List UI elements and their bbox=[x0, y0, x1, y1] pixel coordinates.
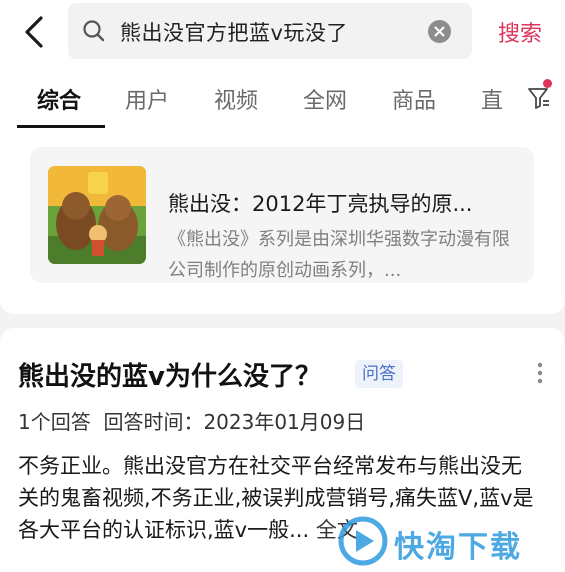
search-icon bbox=[83, 20, 105, 42]
category-tabs: 综合 用户 视频 全网 商品 直 bbox=[0, 64, 565, 130]
qa-badge: 问答 bbox=[355, 360, 403, 388]
clear-icon[interactable] bbox=[428, 20, 451, 43]
tab-users[interactable]: 用户 bbox=[125, 83, 169, 115]
tab-comprehensive[interactable]: 综合 bbox=[37, 83, 81, 115]
baike-entry[interactable]: 熊出没：2012年丁亮执导的原... 《熊出没》系列是由深圳华强数字动漫有限公司… bbox=[30, 147, 534, 283]
watermark-logo-icon bbox=[338, 516, 388, 566]
tab-live[interactable]: 直 bbox=[481, 83, 503, 115]
search-results-page: 熊出没官方把蓝v玩没了 搜索 综合 用户 视频 全网 商品 直 熊出没：2012… bbox=[0, 0, 565, 572]
baike-title[interactable]: 熊出没：2012年丁亮执导的原... bbox=[168, 188, 518, 218]
baike-thumbnail bbox=[48, 166, 146, 264]
watermark-text: 快淘下载 bbox=[394, 530, 522, 565]
result-card-baike: 熊出没：2012年丁亮执导的原... 《熊出没》系列是由深圳华强数字动漫有限公司… bbox=[0, 130, 565, 314]
tab-web[interactable]: 全网 bbox=[303, 83, 347, 115]
search-header: 熊出没官方把蓝v玩没了 搜索 bbox=[0, 0, 565, 64]
active-tab-indicator bbox=[17, 125, 105, 128]
search-button[interactable]: 搜索 bbox=[498, 16, 542, 48]
tab-videos[interactable]: 视频 bbox=[214, 83, 258, 115]
search-input[interactable]: 熊出没官方把蓝v玩没了 bbox=[68, 3, 472, 59]
tab-products[interactable]: 商品 bbox=[392, 83, 436, 115]
notification-dot bbox=[543, 79, 552, 88]
answer-meta: 1个回答 回答时间：2023年01月09日 bbox=[18, 410, 366, 434]
baike-description: 《熊出没》系列是由深圳华强数字动漫有限公司制作的原创动画系列，... bbox=[168, 229, 510, 281]
back-button[interactable] bbox=[14, 10, 54, 54]
question-title[interactable]: 熊出没的蓝v为什么没了？ bbox=[18, 356, 321, 393]
watermark: 快淘下载 bbox=[336, 514, 556, 568]
more-options-icon[interactable] bbox=[536, 362, 544, 384]
back-arrow-icon bbox=[25, 16, 43, 48]
search-query-text[interactable]: 熊出没官方把蓝v玩没了 bbox=[120, 17, 348, 47]
filter-icon[interactable] bbox=[527, 86, 551, 110]
